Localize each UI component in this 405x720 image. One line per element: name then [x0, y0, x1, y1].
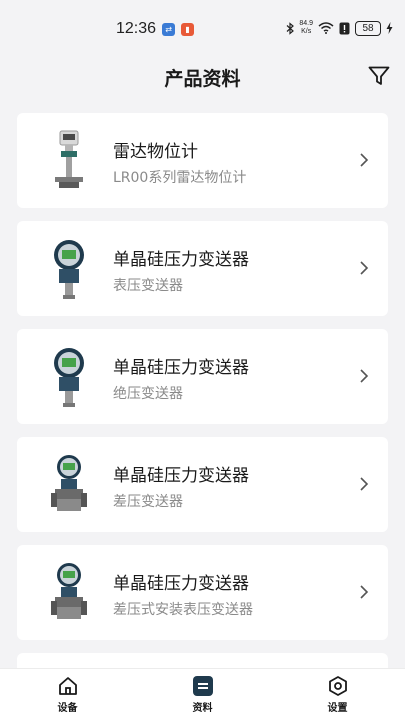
filter-icon[interactable]: [367, 64, 391, 88]
wifi-icon: [318, 22, 334, 34]
network-speed-value: 84.9: [299, 20, 313, 27]
product-card[interactable]: 单晶硅压力变送器 差压式安装表压变送器: [17, 545, 388, 640]
nav-label: 设备: [57, 703, 78, 714]
product-title: 单晶硅压力变送器: [113, 574, 249, 594]
pressure-transmitter-image: [54, 348, 84, 407]
nav-item-settings[interactable]: 设置: [270, 669, 405, 720]
nav-label: 资料: [192, 703, 213, 714]
bottom-nav: 设备 资料 设置: [0, 668, 405, 720]
chevron-right-icon: [360, 153, 369, 167]
product-card[interactable]: 单晶硅压力变送器 差压变送器: [17, 437, 388, 532]
diff-pressure-transmitter-image: [51, 563, 87, 619]
settings-icon: [328, 676, 347, 696]
product-subtitle: 绝压变送器: [113, 386, 183, 402]
nav-item-devices[interactable]: 设备: [0, 669, 135, 720]
chevron-right-icon: [360, 477, 369, 491]
product-title: 单晶硅压力变送器: [113, 466, 249, 486]
battery-indicator: 58: [355, 20, 381, 36]
product-subtitle: LR00系列雷达物位计: [113, 170, 247, 186]
page-title: 产品资料: [164, 68, 241, 90]
product-subtitle: 表压变送器: [113, 278, 183, 294]
product-list: 雷达物位计 LR00系列雷达物位计 单晶硅压力变送器 表压变送器 单晶硅压力变送…: [17, 113, 388, 686]
product-title: 雷达物位计: [113, 142, 198, 162]
product-card[interactable]: 单晶硅压力变送器 表压变送器: [17, 221, 388, 316]
status-left: 12:36 ⇄ ▮: [116, 20, 195, 38]
product-subtitle: 差压变送器: [113, 494, 183, 510]
diff-pressure-transmitter-image: [51, 455, 87, 511]
home-icon: [58, 677, 77, 695]
product-subtitle: 差压式安装表压变送器: [113, 602, 253, 618]
nav-label: 设置: [327, 703, 348, 714]
chevron-right-icon: [360, 261, 369, 275]
status-bar: 12:36 ⇄ ▮ 84.9 K/s 58: [0, 0, 405, 56]
pressure-transmitter-image: [54, 240, 84, 299]
alert-notification-icon: ▮: [181, 22, 195, 36]
product-title: 单晶硅压力变送器: [113, 250, 249, 270]
chevron-right-icon: [360, 369, 369, 383]
network-speed: 84.9 K/s: [299, 20, 313, 36]
header: 产品资料: [0, 56, 405, 96]
charging-icon: [386, 22, 393, 34]
product-card[interactable]: 单晶硅压力变送器 绝压变送器: [17, 329, 388, 424]
chevron-right-icon: [360, 585, 369, 599]
product-title: 单晶硅压力变送器: [113, 358, 249, 378]
status-time: 12:36: [116, 20, 157, 37]
document-icon: [192, 676, 213, 696]
app-notification-icon: ⇄: [162, 22, 176, 36]
alert-square-icon: [339, 22, 350, 34]
network-speed-unit: K/s: [301, 28, 312, 35]
status-right: 84.9 K/s 58: [286, 20, 393, 36]
product-card[interactable]: 雷达物位计 LR00系列雷达物位计: [17, 113, 388, 208]
bluetooth-icon: [286, 21, 295, 35]
nav-item-documents[interactable]: 资料: [135, 669, 270, 720]
radar-level-gauge-image: [55, 130, 83, 188]
